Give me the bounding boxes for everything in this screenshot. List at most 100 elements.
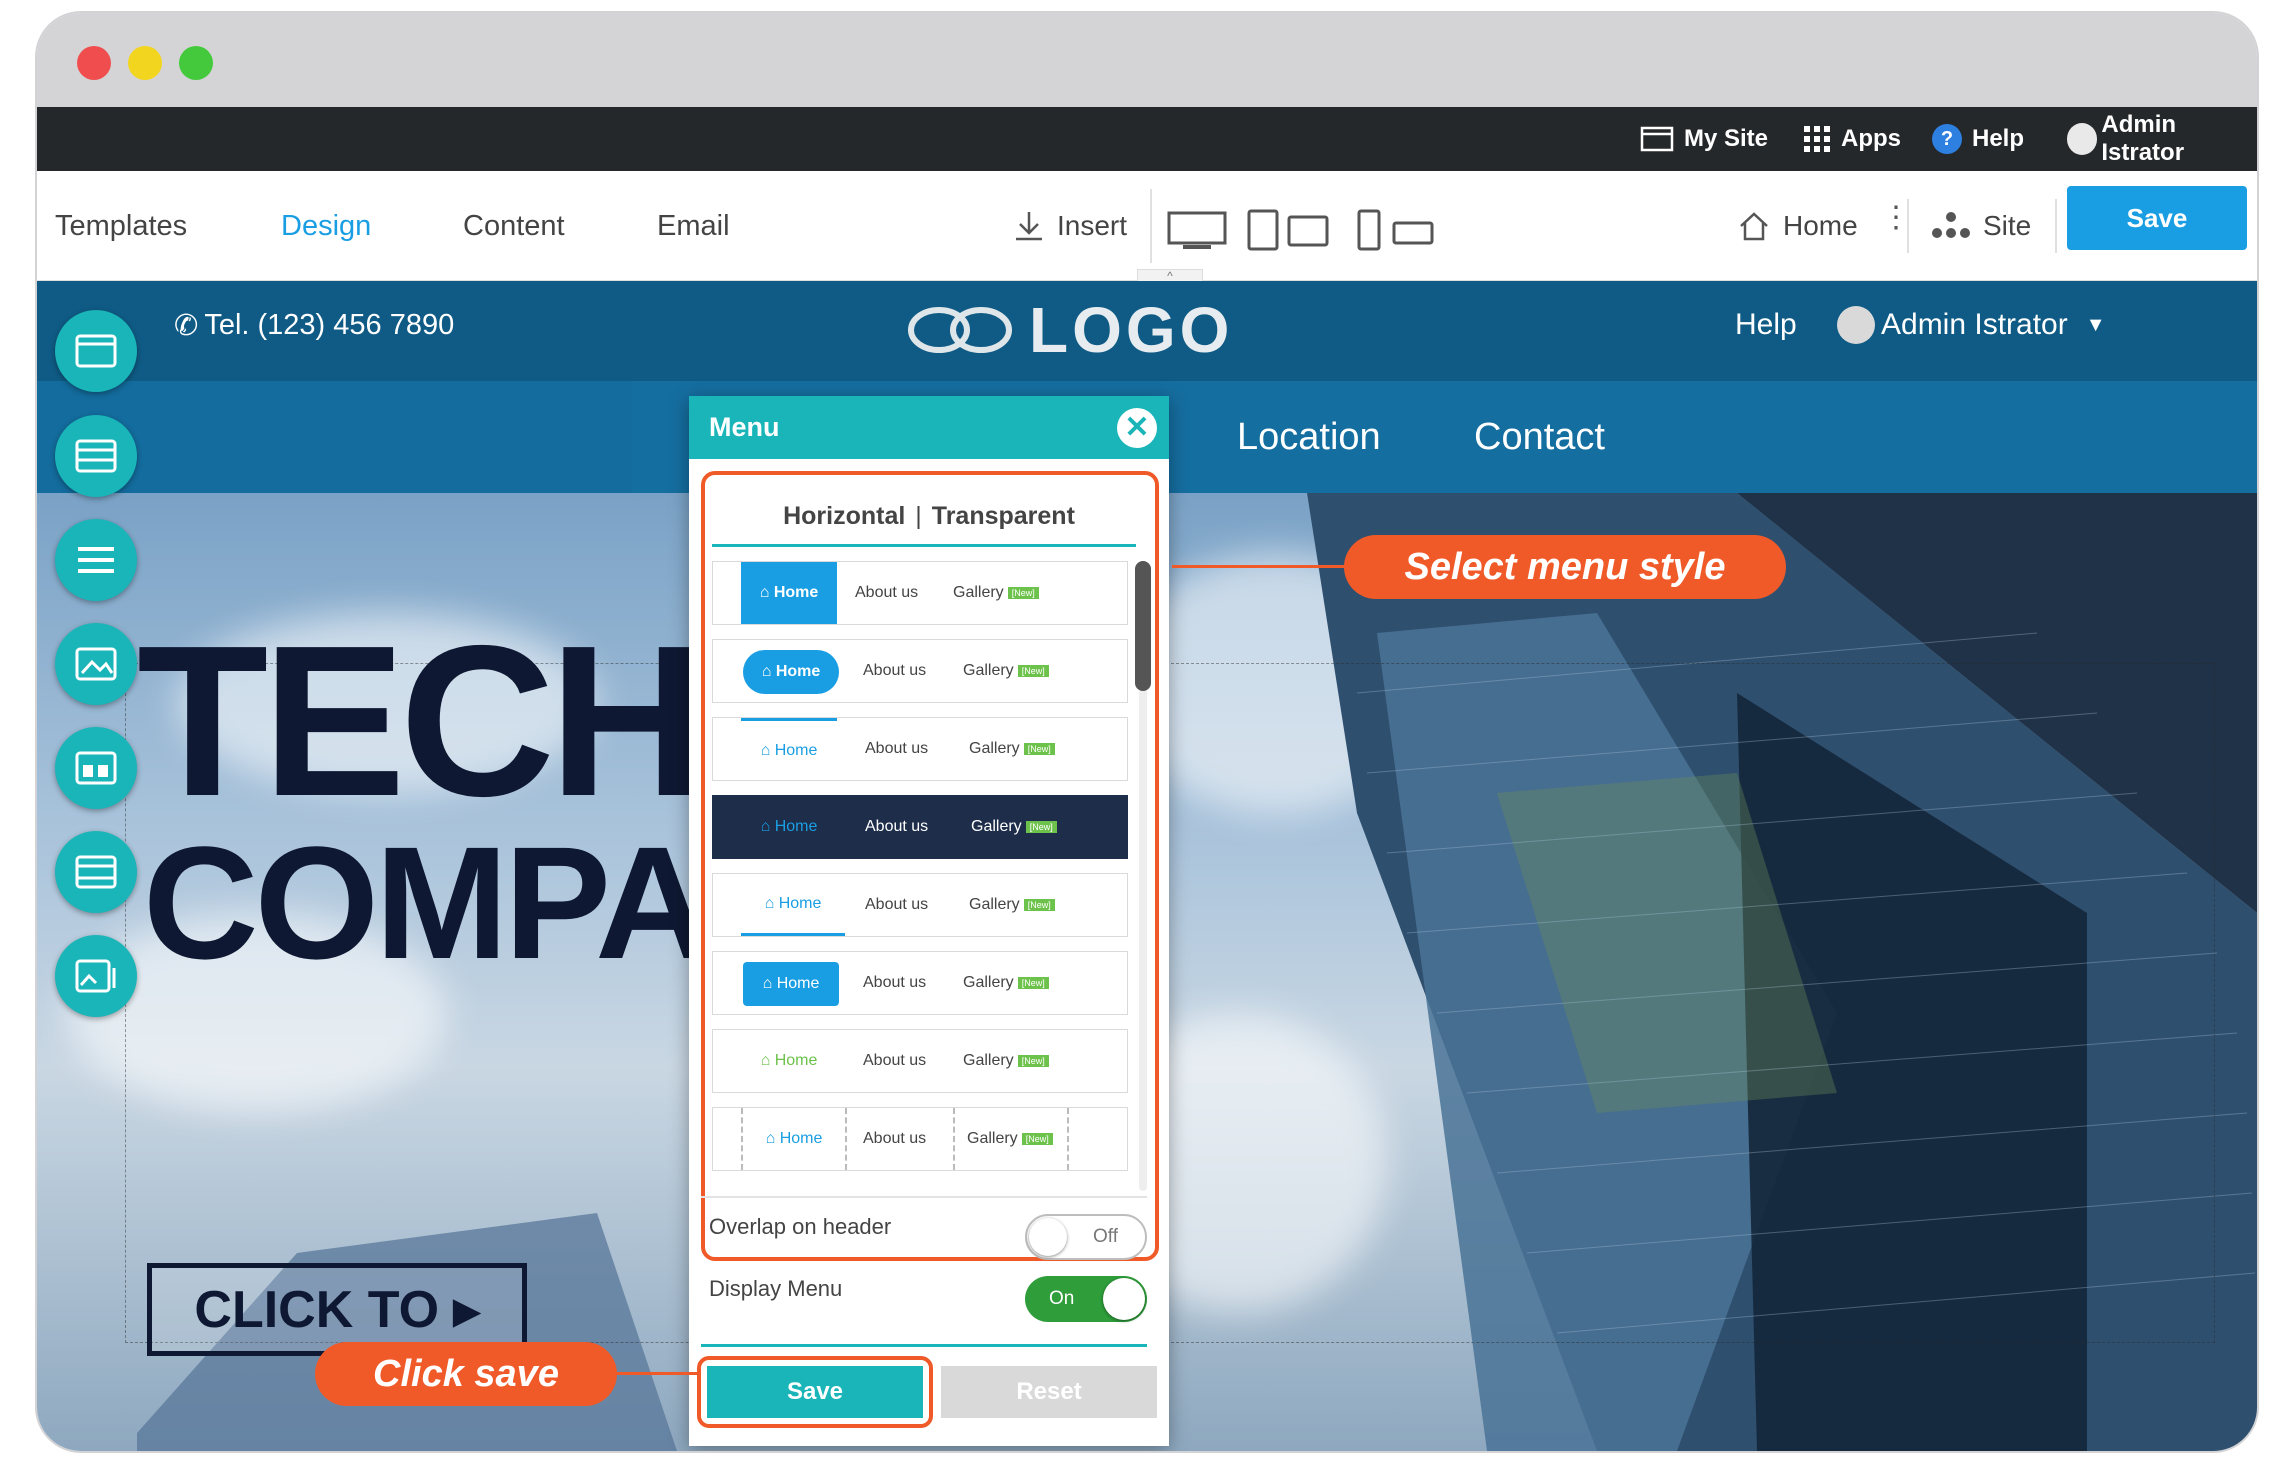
site-logo[interactable]: LOGO — [905, 294, 1233, 366]
maximize-window-dot[interactable] — [179, 46, 213, 80]
home-preview-label: Home — [774, 1052, 818, 1069]
about-preview: About us — [863, 662, 927, 679]
avatar-icon — [1837, 306, 1875, 344]
user-label: Admin Istrator — [2101, 111, 2185, 166]
home-preview: ⌂ Home — [760, 818, 818, 835]
menu-reset-button[interactable]: Reset — [941, 1366, 1157, 1418]
my-site-label: My Site — [1684, 125, 1769, 152]
mobile-landscape-icon[interactable] — [1392, 221, 1434, 245]
home-preview: ⌂ Home — [741, 874, 845, 936]
about-preview: About us — [865, 818, 929, 835]
new-badge: [New] — [1017, 665, 1049, 677]
user-menu[interactable]: Admin Istrator — [2067, 107, 2257, 171]
phone-text: Tel. (123) 456 7890 — [204, 308, 455, 341]
insert-button[interactable]: Insert — [1013, 171, 1127, 281]
download-icon — [1016, 212, 1042, 241]
gallery-preview-label: Gallery — [967, 1130, 1018, 1147]
gallery-preview-label: Gallery — [969, 896, 1020, 913]
grid-icon — [1804, 126, 1830, 152]
sitemap-icon — [1932, 212, 1970, 238]
add-layout-section-button[interactable] — [55, 415, 137, 497]
site-label: Site — [1983, 210, 2032, 241]
menu-settings-button[interactable] — [55, 519, 137, 601]
about-preview: About us — [863, 1052, 927, 1069]
image-settings-icon — [75, 959, 116, 993]
home-preview: ⌂ Home — [741, 562, 837, 624]
infinity-logo-icon — [908, 307, 1012, 353]
tab-templates[interactable]: Templates — [55, 171, 187, 281]
site-help-link[interactable]: Help — [1735, 281, 1797, 369]
help-link[interactable]: ? Help — [1932, 107, 2024, 171]
add-header-section-button[interactable] — [55, 310, 137, 392]
gallery-preview: Gallery [New] — [963, 1030, 1049, 1092]
about-preview: About us — [865, 740, 929, 757]
admin-topbar: My Site Apps ? Help Admin Istrator — [37, 107, 2257, 171]
help-label: Help — [1972, 125, 2025, 152]
home-preview-label: Home — [774, 818, 818, 835]
apps-link[interactable]: Apps — [1803, 107, 1901, 171]
toolbar-divider-3 — [2055, 199, 2057, 253]
site-user-label: Admin Istrator — [1881, 308, 2068, 341]
overlap-toggle-state: Off — [1093, 1226, 1118, 1247]
tab-transparent[interactable]: Transparent — [932, 502, 1075, 531]
new-badge: [New] — [1017, 977, 1049, 989]
home-preview: ⌂ Home — [741, 718, 837, 780]
add-gallery-section-button[interactable] — [55, 727, 137, 809]
menu-save-button[interactable]: Save — [707, 1366, 923, 1418]
menu-style-option-6[interactable]: ⌂ Home About us Gallery [New] — [712, 951, 1128, 1015]
home-preview-label: Home — [779, 1130, 823, 1147]
tablet-landscape-icon[interactable] — [1287, 215, 1329, 247]
style-list-scrollbar[interactable] — [1135, 561, 1151, 1191]
menu-style-option-8[interactable]: ⌂ Home About us Gallery [New] — [712, 1107, 1128, 1171]
about-preview: About us — [865, 896, 929, 913]
menu-style-option-5[interactable]: ⌂ Home About us Gallery [New] — [712, 873, 1128, 937]
add-image-section-button[interactable] — [55, 623, 137, 705]
page-selector[interactable]: Home — [1737, 171, 1858, 281]
menu-style-option-3[interactable]: ⌂ Home About us Gallery [New] — [712, 717, 1128, 781]
nav-item-location[interactable]: Location — [1237, 381, 1381, 493]
home-preview: ⌂ Home — [760, 1052, 818, 1069]
gallery-preview: Gallery [New] — [953, 562, 1039, 624]
tab-email[interactable]: Email — [657, 171, 730, 281]
close-icon[interactable]: ✕ — [1117, 408, 1157, 448]
save-button[interactable]: Save — [2067, 186, 2247, 250]
tab-horizontal[interactable]: Horizontal — [783, 502, 905, 531]
home-preview-label: Home — [775, 663, 821, 680]
gallery-preview-label: Gallery — [953, 584, 1004, 601]
panel-footer-divider — [701, 1344, 1147, 1347]
site-button[interactable]: Site — [1931, 171, 2031, 281]
home-preview-label: Home — [773, 584, 819, 601]
display-menu-toggle[interactable]: On — [1025, 1276, 1147, 1322]
tab-underline — [712, 544, 1136, 547]
my-site-link[interactable]: My Site — [1640, 107, 1768, 171]
tab-content[interactable]: Content — [463, 171, 565, 281]
new-badge: [New] — [1021, 1133, 1053, 1145]
overlap-toggle[interactable]: Off — [1025, 1214, 1147, 1260]
home-label: Home — [1783, 210, 1858, 241]
mobile-portrait-icon[interactable] — [1357, 209, 1381, 251]
window-titlebar — [37, 13, 2257, 107]
nav-item-contact[interactable]: Contact — [1474, 381, 1605, 493]
toolbar-divider-2 — [1907, 199, 1909, 253]
site-user-menu[interactable]: Admin Istrator ▼ — [1837, 281, 2106, 369]
gallery-preview: Gallery [New] — [963, 952, 1049, 1014]
menu-style-option-1[interactable]: ⌂ Home About us Gallery [New] — [712, 561, 1128, 625]
home-preview: ⌂ Home — [741, 1108, 847, 1170]
close-window-dot[interactable] — [77, 46, 111, 80]
gallery-preview: Gallery [New] — [953, 1108, 1069, 1170]
tab-design[interactable]: Design — [281, 171, 371, 281]
scrollbar-thumb[interactable] — [1135, 561, 1151, 691]
home-preview: ⌂ Home — [743, 650, 839, 694]
gallery-preview-label: Gallery — [963, 974, 1014, 991]
desktop-view-icon[interactable] — [1167, 211, 1227, 251]
apps-label: Apps — [1841, 125, 1901, 152]
new-badge: [New] — [1025, 821, 1057, 833]
gallery-preview: Gallery [New] — [969, 718, 1055, 780]
menu-style-option-7[interactable]: ⌂ Home About us Gallery [New] — [712, 1029, 1128, 1093]
add-footer-section-button[interactable] — [55, 831, 137, 913]
menu-style-option-2[interactable]: ⌂ Home About us Gallery [New] — [712, 639, 1128, 703]
menu-style-option-4[interactable]: ⌂ Home About us Gallery [New] — [712, 795, 1128, 859]
tablet-portrait-icon[interactable] — [1247, 209, 1279, 251]
minimize-window-dot[interactable] — [128, 46, 162, 80]
background-image-button[interactable] — [55, 935, 137, 1017]
